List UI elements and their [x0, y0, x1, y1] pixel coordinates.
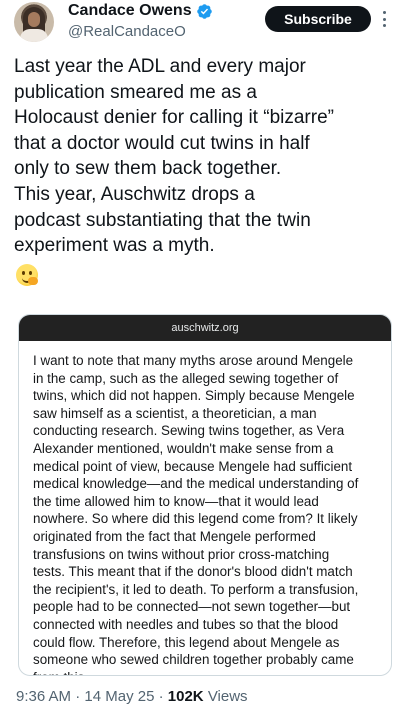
author-name-row[interactable]: Candace Owens	[68, 0, 213, 22]
tweet-meta: 9:36 AM · 14 May 25 · 102K Views	[16, 688, 248, 705]
views-label: Views	[207, 688, 248, 705]
more-dot	[382, 11, 386, 14]
author-handle[interactable]: @RealCandaceO	[68, 23, 186, 40]
quoted-image-card[interactable]: auschwitz.org I want to note that many m…	[18, 314, 392, 676]
card-source-bar: auschwitz.org	[19, 315, 391, 341]
emoji-eye	[29, 271, 32, 275]
card-quote-text: I want to note that many myths arose aro…	[33, 353, 359, 675]
avatar[interactable]	[14, 2, 54, 42]
meta-separator: ·	[158, 688, 164, 705]
tweet-header: Candace Owens @RealCandaceO Subscribe	[0, 0, 400, 56]
tweet-text: Last year the ADL and every major public…	[14, 56, 334, 257]
more-options-icon[interactable]	[378, 8, 390, 30]
more-dot	[382, 24, 386, 27]
card-source: auschwitz.org	[171, 322, 239, 334]
subscribe-button[interactable]: Subscribe	[265, 6, 371, 32]
verified-badge-icon	[196, 3, 212, 19]
tweet-date[interactable]: 14 May 25	[84, 688, 154, 705]
emoji-hand	[28, 277, 38, 285]
emoji-eye	[22, 271, 25, 275]
avatar-face	[28, 12, 40, 27]
avatar-shirt	[20, 29, 48, 42]
meta-separator: ·	[75, 688, 81, 705]
hugging-face-emoji-icon	[16, 264, 38, 286]
more-dot	[382, 17, 386, 21]
tweet-time[interactable]: 9:36 AM	[16, 688, 71, 705]
author-name[interactable]: Candace Owens	[68, 2, 192, 20]
views-count: 102K	[167, 688, 204, 705]
